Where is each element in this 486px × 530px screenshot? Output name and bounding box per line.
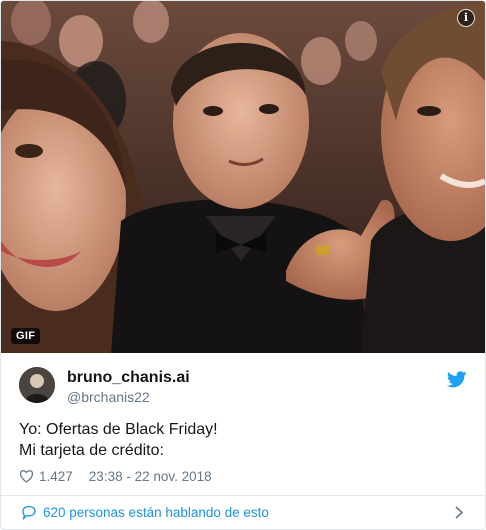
twitter-bird-icon[interactable] xyxy=(447,371,467,388)
tweet-header: bruno_chanis.ai @brchanis22 xyxy=(19,367,469,407)
like-count[interactable]: 1.427 xyxy=(39,469,73,484)
gif-badge: GIF xyxy=(11,328,41,344)
author-names: bruno_chanis.ai @brchanis22 xyxy=(67,368,190,406)
avatar-image xyxy=(19,367,55,403)
gif-frame xyxy=(1,1,485,353)
user-handle[interactable]: @brchanis22 xyxy=(67,388,190,406)
info-icon[interactable]: i xyxy=(457,9,475,27)
tweet-card: i GIF bruno_chanis.ai @brchanis22 Yo: Of… xyxy=(0,0,486,530)
chevron-right-icon[interactable] xyxy=(455,506,463,519)
timestamp[interactable]: 23:38 - 22 nov. 2018 xyxy=(89,469,212,484)
gif-media[interactable]: i GIF xyxy=(1,1,485,353)
tweet-meta: 1.427 23:38 - 22 nov. 2018 xyxy=(19,467,212,485)
display-name[interactable]: bruno_chanis.ai xyxy=(67,368,190,387)
conversation-count[interactable]: 620 personas están hablando de esto xyxy=(43,505,269,520)
conversation-link[interactable]: 620 personas están hablando de esto xyxy=(1,496,485,529)
speech-bubble-icon xyxy=(22,505,36,520)
tweet-text: Yo: Ofertas de Black Friday! Mi tarjeta … xyxy=(19,421,218,459)
avatar[interactable] xyxy=(19,367,55,403)
heart-icon[interactable] xyxy=(19,469,34,483)
